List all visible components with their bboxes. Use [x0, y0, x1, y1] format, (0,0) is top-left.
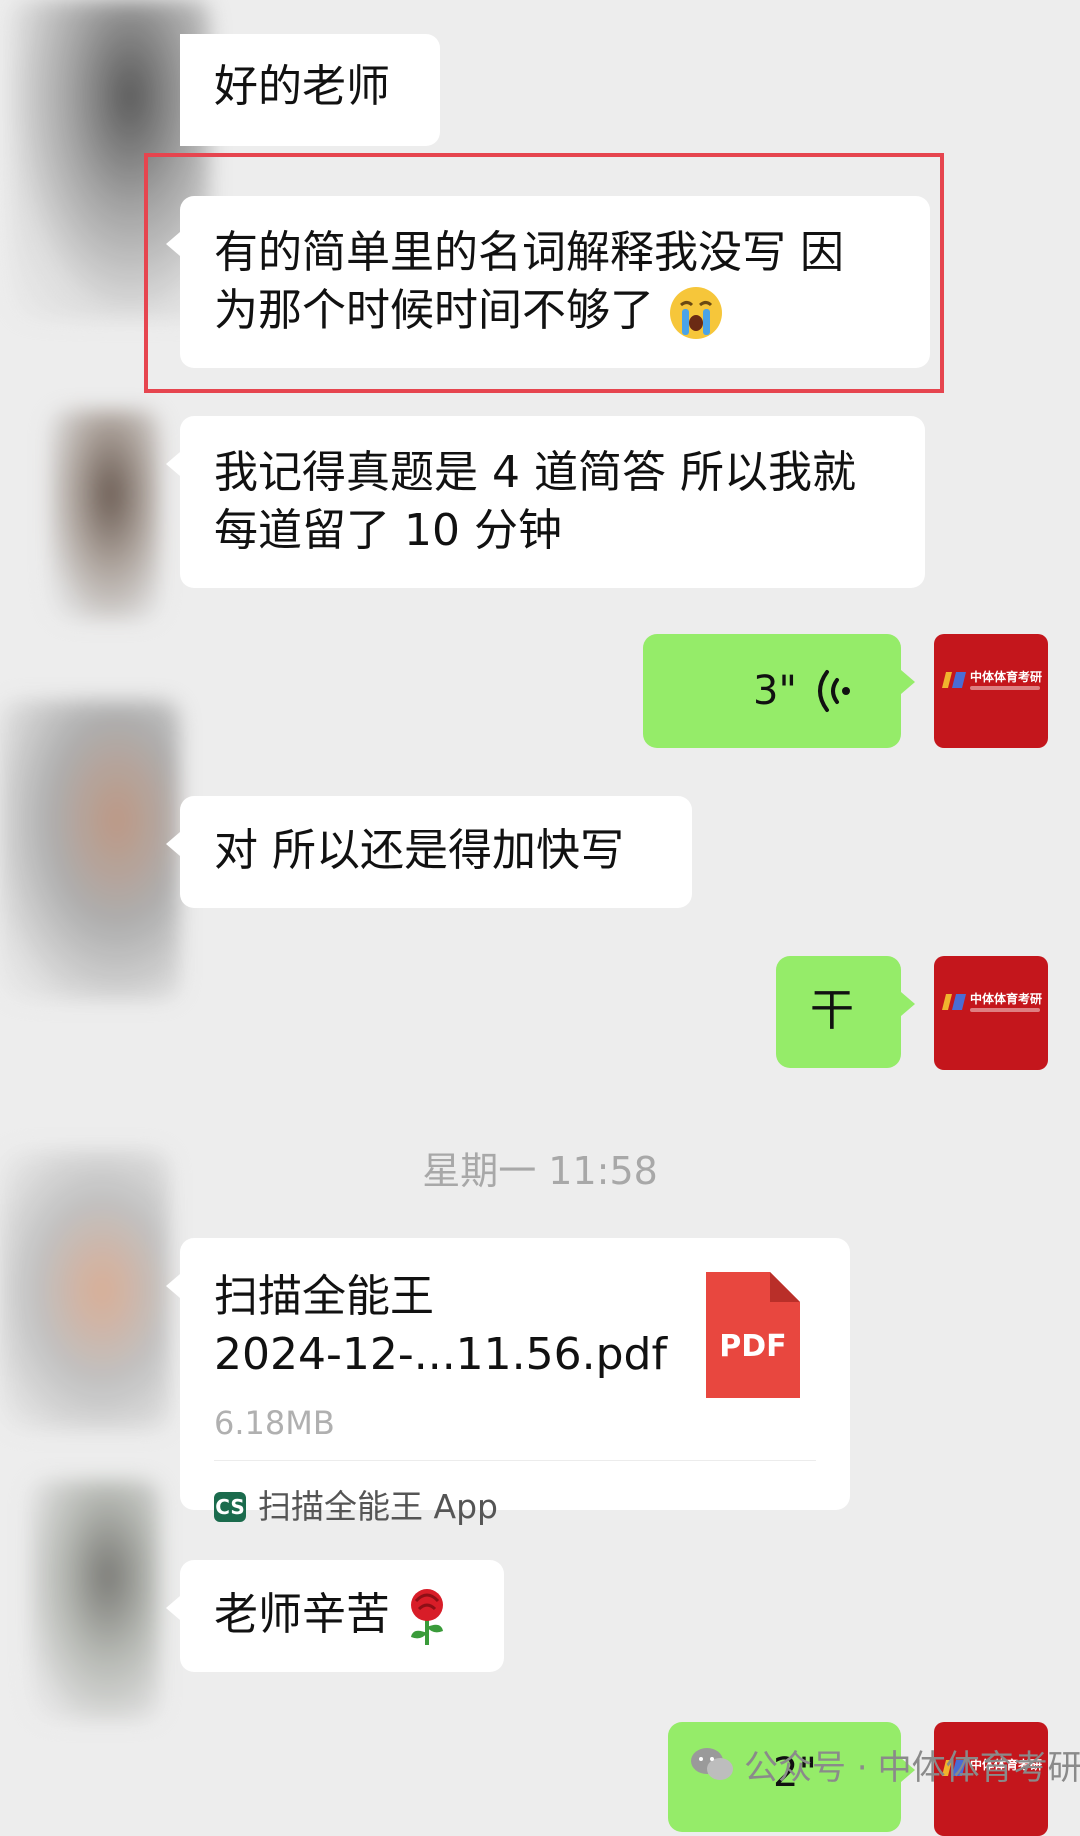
- avatar-blurred[interactable]: [30, 1480, 160, 1720]
- message-bubble-incoming[interactable]: 对 所以还是得加快写: [166, 796, 692, 908]
- avatar-blurred[interactable]: [50, 410, 160, 620]
- message-text: 干: [810, 985, 854, 1036]
- message-text: 有的简单里的名词解释我没写 因: [214, 227, 844, 278]
- crying-emoji-icon: [670, 287, 722, 339]
- camscanner-icon: CS: [214, 1492, 246, 1522]
- message-text: 老师辛苦: [214, 1589, 390, 1640]
- message-bubble-incoming[interactable]: 有的简单里的名词解释我没写 因 为那个时候时间不够了: [166, 196, 930, 368]
- pdf-label: PDF: [719, 1329, 787, 1364]
- logo-icon: [942, 994, 966, 1010]
- logo-subline: [970, 1008, 1040, 1012]
- logo-icon: [942, 672, 966, 688]
- avatar-logo-text: 中体体育考研: [970, 992, 1043, 1006]
- message-bubble-incoming[interactable]: 我记得真题是 4 道简答 所以我就 每道留了 10 分钟: [166, 416, 925, 588]
- avatar-logo-text: 中体体育考研: [970, 670, 1043, 684]
- chat-timestamp: 星期一 11:58: [422, 1149, 658, 1193]
- voice-wave-icon: [818, 670, 850, 712]
- message-text: 我记得真题是 4 道简答 所以我就: [214, 447, 856, 498]
- avatar-own[interactable]: 中体体育考研: [934, 634, 1048, 748]
- rose-emoji-icon: [411, 1589, 443, 1645]
- app-name: 扫描全能王 App: [258, 1487, 498, 1526]
- divider: [214, 1460, 816, 1461]
- file-message-card[interactable]: 扫描全能王 2024-12-...11.56.pdf 6.18MB PDF CS…: [166, 1238, 850, 1526]
- watermark-account: 中体体育考研: [877, 1748, 1080, 1788]
- watermark-prefix: 公众号 ·: [744, 1748, 868, 1788]
- message-text: 对 所以还是得加快写: [214, 825, 624, 876]
- voice-message-bubble[interactable]: 3": [643, 634, 915, 748]
- file-size: 6.18MB: [214, 1404, 335, 1442]
- message-text: 好的老师: [214, 61, 390, 112]
- avatar-blurred[interactable]: [0, 700, 180, 1000]
- watermark: 公众号 · 中体体育考研: [690, 1740, 1080, 1789]
- message-text: 每道留了 10 分钟: [214, 505, 562, 556]
- file-source-app[interactable]: CS 扫描全能王 App: [214, 1478, 498, 1536]
- avatar-own[interactable]: 中体体育考研: [934, 956, 1048, 1070]
- wechat-icon: [691, 1747, 733, 1780]
- message-bubble-incoming[interactable]: 老师辛苦: [166, 1560, 504, 1672]
- logo-subline: [970, 686, 1040, 690]
- message-text: 为那个时候时间不够了: [214, 285, 654, 336]
- message-bubble-incoming[interactable]: 好的老师: [180, 34, 440, 146]
- message-bubble-outgoing[interactable]: 干: [776, 956, 915, 1068]
- voice-duration: 3": [753, 668, 797, 714]
